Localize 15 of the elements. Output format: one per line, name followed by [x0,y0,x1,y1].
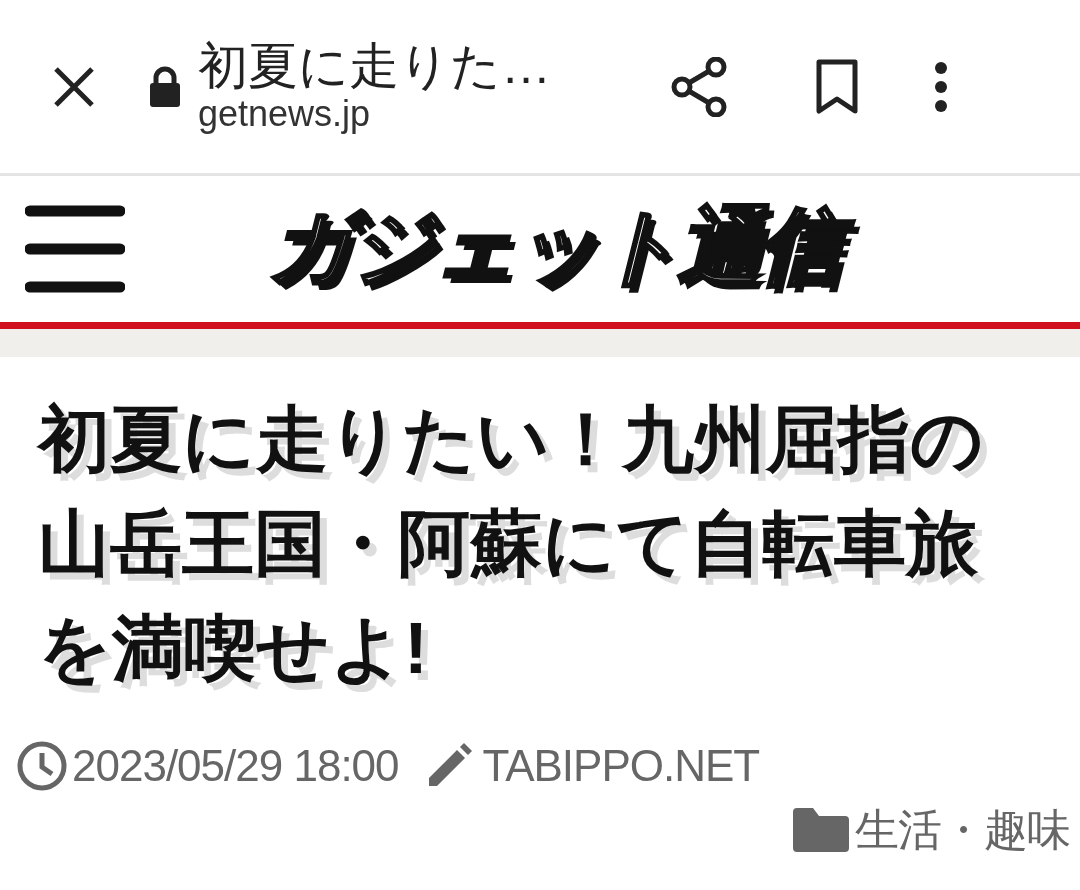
site-logo[interactable]: ガジェット通信 [258,191,858,307]
close-icon [52,64,96,109]
more-icon [933,60,949,113]
clock-icon [16,740,68,793]
bookmark-icon [815,58,859,115]
share-icon [670,56,728,117]
page-title: 初夏に走りた… [198,39,552,95]
author-name[interactable]: TABIPPO.NET [482,744,760,789]
page-url: getnews.jp [198,94,372,134]
publish-date: 2023/05/29 18:00 [72,744,399,789]
lock-icon [148,65,182,108]
article-title: 初夏に走りたい！九州屈指の山岳王国・阿蘇にて自転車旅を満喫せよ! [38,398,985,690]
folder-icon [791,806,851,855]
category-link[interactable]: 生活・趣味 [855,808,1070,853]
menu-icon [25,205,125,293]
